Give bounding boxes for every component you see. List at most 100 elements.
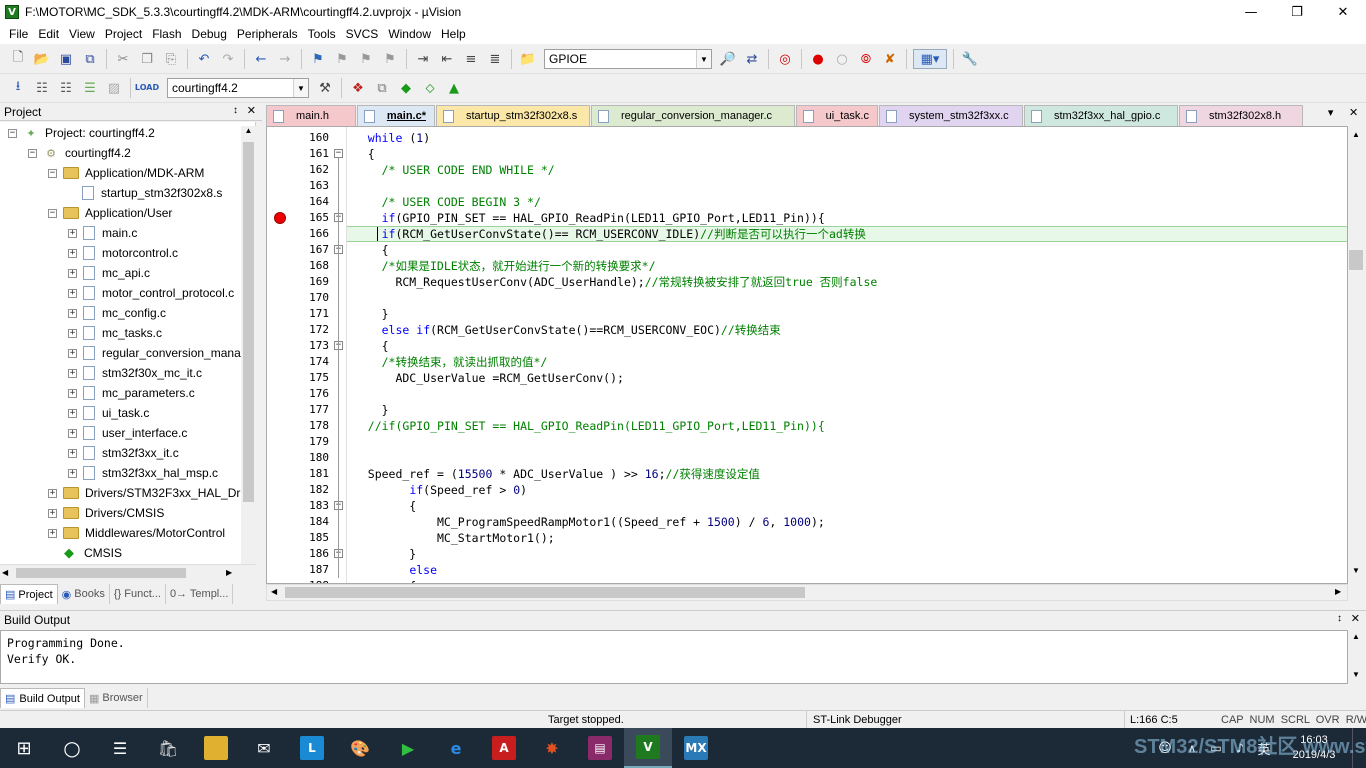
- tree-item-file[interactable]: + mc_tasks.c: [68, 323, 162, 343]
- close-button[interactable]: ✕: [1320, 0, 1366, 24]
- expand-icon[interactable]: +: [68, 328, 77, 338]
- tree-item-file[interactable]: + mc_api.c: [68, 263, 150, 283]
- tab-main-h[interactable]: main.h: [266, 105, 356, 126]
- build-icon[interactable]: ☷: [32, 78, 52, 98]
- stop-build-icon[interactable]: ▨: [104, 78, 124, 98]
- scroll-thumb[interactable]: [16, 568, 186, 578]
- editor-horizontal-scrollbar[interactable]: ◀ ▶: [266, 584, 1348, 601]
- tab-stm32f302x8-h[interactable]: stm32f302x8.h: [1179, 105, 1303, 126]
- incremental-find-icon[interactable]: ⇄: [742, 49, 762, 69]
- expand-icon[interactable]: +: [68, 388, 77, 398]
- tab-main-c[interactable]: main.c*: [357, 105, 435, 126]
- expand-icon[interactable]: +: [48, 528, 57, 538]
- close-tab-icon[interactable]: ✕: [1349, 106, 1358, 124]
- code-line[interactable]: if(Speed_ref > 0): [347, 482, 527, 498]
- code-editor[interactable]: 160161−162163164165−166167−1681691701711…: [266, 126, 1348, 584]
- menu-debug[interactable]: Debug: [187, 24, 232, 44]
- stm32cube-icon[interactable]: ✸: [528, 728, 576, 768]
- tree-item-group[interactable]: + Drivers/CMSIS: [48, 503, 164, 523]
- breakpoint-kill-all-icon[interactable]: ✘: [880, 49, 900, 69]
- build-output-scrollbar[interactable]: ▲ ▼: [1348, 630, 1366, 684]
- edge-browser-icon[interactable]: e: [432, 728, 480, 768]
- tab-hal-gpio[interactable]: stm32f3xx_hal_gpio.c: [1024, 105, 1178, 126]
- media-player-icon[interactable]: ▶: [384, 728, 432, 768]
- code-line[interactable]: {: [347, 146, 375, 162]
- winrar-icon[interactable]: ▤: [576, 728, 624, 768]
- pin-icon[interactable]: ↕: [1337, 613, 1342, 624]
- collapse-icon[interactable]: −: [48, 208, 57, 218]
- menu-peripherals[interactable]: Peripherals: [232, 24, 303, 44]
- tree-item-file[interactable]: + mc_config.c: [68, 303, 166, 323]
- tree-item-group[interactable]: − Application/MDK-ARM: [48, 163, 204, 183]
- code-line[interactable]: [347, 178, 354, 194]
- code-line[interactable]: [347, 290, 354, 306]
- paint-icon[interactable]: 🎨: [336, 728, 384, 768]
- unindent-icon[interactable]: ⇤: [437, 49, 457, 69]
- people-icon[interactable]: ☺: [1150, 728, 1180, 768]
- close-panel-icon[interactable]: ✕: [247, 104, 256, 117]
- tree-item-file[interactable]: + ui_task.c: [68, 403, 149, 423]
- code-line[interactable]: /* USER CODE END WHILE */: [347, 162, 555, 178]
- tab-build-output[interactable]: ▤ Build Output: [0, 688, 85, 708]
- nav-back-icon[interactable]: ←: [251, 49, 271, 69]
- comment-icon[interactable]: ≡: [461, 49, 481, 69]
- tree-item-file[interactable]: + main.c: [68, 223, 137, 243]
- tab-startup-s[interactable]: startup_stm32f302x8.s: [436, 105, 590, 126]
- fold-toggle-icon[interactable]: −: [334, 149, 343, 158]
- scroll-thumb[interactable]: [243, 142, 254, 502]
- save-all-icon[interactable]: ⧉: [80, 49, 100, 69]
- find-combo[interactable]: GPIOE ▼: [544, 49, 712, 69]
- scroll-down-arrow[interactable]: ▼: [1352, 566, 1360, 575]
- code-line[interactable]: }: [347, 402, 389, 418]
- expand-icon[interactable]: +: [68, 448, 77, 458]
- code-line[interactable]: {: [347, 498, 416, 514]
- window-layout-icon[interactable]: ▦▾: [913, 49, 947, 69]
- tree-item-file[interactable]: + stm32f30x_mc_it.c: [68, 363, 202, 383]
- breakpoint-disable-all-icon[interactable]: ⦾: [856, 49, 876, 69]
- code-line[interactable]: if(RCM_GetUserConvState()== RCM_USERCONV…: [347, 226, 866, 242]
- pdf-reader-icon[interactable]: A: [480, 728, 528, 768]
- scroll-right-arrow[interactable]: ▶: [226, 568, 232, 577]
- find-icon[interactable]: 🔎: [718, 49, 738, 69]
- code-line[interactable]: {: [347, 338, 389, 354]
- tree-item-file[interactable]: + user_interface.c: [68, 423, 187, 443]
- tree-item-file[interactable]: + motorcontrol.c: [68, 243, 178, 263]
- project-horizontal-scrollbar[interactable]: ◀ ▶: [0, 564, 256, 580]
- code-line[interactable]: else: [347, 562, 437, 578]
- expand-icon[interactable]: +: [68, 268, 77, 278]
- cut-icon[interactable]: ✂: [113, 49, 133, 69]
- bookmark-clear-icon[interactable]: ⚑: [380, 49, 400, 69]
- build-output-text[interactable]: Programming Done. Verify OK.: [0, 630, 1348, 684]
- chevron-down-icon[interactable]: ▼: [293, 79, 308, 97]
- expand-icon[interactable]: +: [68, 408, 77, 418]
- manage-rte-icon[interactable]: ◆: [396, 78, 416, 98]
- code-line[interactable]: /*转换结束，就读出抓取的值*/: [347, 354, 548, 370]
- tree-item-file[interactable]: startup_stm32f302x8.s: [82, 183, 222, 203]
- tab-ui-task[interactable]: ui_task.c: [796, 105, 878, 126]
- menu-help[interactable]: Help: [436, 24, 471, 44]
- expand-icon[interactable]: +: [68, 368, 77, 378]
- tab-system-stm32[interactable]: system_stm32f3xx.c: [879, 105, 1023, 126]
- minimize-button[interactable]: —: [1228, 0, 1274, 24]
- select-packs-icon[interactable]: ⬦: [420, 78, 440, 98]
- scroll-up-arrow[interactable]: ▲: [1352, 632, 1360, 641]
- code-line[interactable]: else if(RCM_GetUserConvState()==RCM_USER…: [347, 322, 781, 338]
- tree-item-file[interactable]: + stm32f3xx_hal_msp.c: [68, 463, 218, 483]
- code-line[interactable]: [347, 434, 354, 450]
- editor-vertical-scrollbar[interactable]: ▲ ▼: [1348, 126, 1366, 584]
- code-line[interactable]: RCM_RequestUserConv(ADC_UserHandle);//常规…: [347, 274, 877, 290]
- bookmark-next-icon[interactable]: ⚑: [356, 49, 376, 69]
- tree-item-file[interactable]: + motor_control_protocol.c: [68, 283, 234, 303]
- menu-window[interactable]: Window: [383, 24, 436, 44]
- bookmark-prev-icon[interactable]: ⚑: [332, 49, 352, 69]
- task-view-icon[interactable]: ☰: [96, 728, 144, 768]
- scroll-up-arrow[interactable]: ▲: [1352, 130, 1360, 139]
- open-folder-icon[interactable]: 📂: [32, 49, 52, 69]
- breakpoint-disable-icon[interactable]: ○: [832, 49, 852, 69]
- notification-icon[interactable]: [1352, 728, 1366, 768]
- code-line[interactable]: while (1): [347, 130, 430, 146]
- chevron-down-icon[interactable]: ▼: [696, 50, 711, 68]
- scroll-left-arrow[interactable]: ◀: [271, 587, 277, 596]
- pin-icon[interactable]: ↕: [233, 105, 238, 116]
- configure-tools-icon[interactable]: 🔧: [960, 49, 980, 69]
